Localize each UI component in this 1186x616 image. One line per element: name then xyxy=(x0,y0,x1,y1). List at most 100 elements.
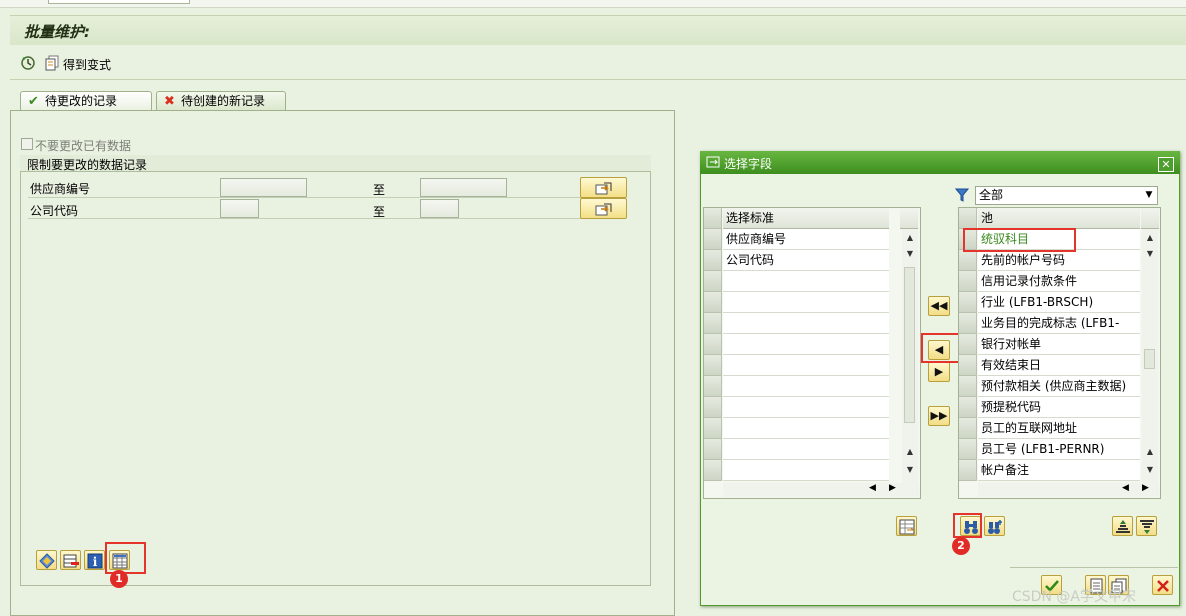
dont-change-existing-checkbox[interactable] xyxy=(21,138,33,150)
right-row[interactable]: 帐户备注 xyxy=(978,460,1140,481)
left-row[interactable] xyxy=(723,355,889,376)
left-row[interactable] xyxy=(723,334,889,355)
scroll-up-arrow[interactable]: ▲ xyxy=(902,445,918,459)
scroll-left-arrow[interactable]: ◀ xyxy=(1122,483,1129,493)
left-row[interactable] xyxy=(723,313,889,334)
row-selector[interactable] xyxy=(959,334,977,355)
chevron-down-icon[interactable]: ▼ xyxy=(1142,188,1156,203)
info-button[interactable]: i xyxy=(84,550,105,570)
column-settings-cell[interactable] xyxy=(1141,208,1159,229)
company-code-from-input[interactable] xyxy=(220,199,259,218)
scroll-thumb[interactable] xyxy=(1144,349,1155,369)
row-selector[interactable] xyxy=(704,418,722,439)
get-variant-button[interactable]: 得到变式 xyxy=(63,56,111,73)
move-all-right-button[interactable]: ▶▶ xyxy=(928,406,950,426)
watermark: CSDN @A学文甲宋 xyxy=(1012,589,1136,605)
multiple-selection-button[interactable] xyxy=(580,198,627,219)
vendor-number-from-input[interactable] xyxy=(220,178,307,197)
local-layout-button[interactable] xyxy=(896,516,917,536)
row-selector[interactable] xyxy=(959,250,977,271)
right-row[interactable]: 信用记录付款条件 xyxy=(978,271,1140,292)
row-selector[interactable] xyxy=(704,397,722,418)
scroll-down-arrow[interactable]: ▼ xyxy=(902,463,918,477)
scroll-up-arrow[interactable]: ▲ xyxy=(902,231,918,245)
row-selector[interactable] xyxy=(704,376,722,397)
left-vertical-scrollbar[interactable]: ▲ ▼ ▲ ▼ xyxy=(902,229,918,483)
scroll-right-arrow[interactable]: ▶ xyxy=(889,483,896,493)
tab-new-records[interactable]: ✖ 待创建的新记录 xyxy=(156,91,286,111)
scroll-left-arrow[interactable]: ◀ xyxy=(869,483,876,493)
execute-button[interactable] xyxy=(20,55,36,74)
right-row[interactable]: 业务目的完成标志 (LFB1-CVP xyxy=(978,313,1140,350)
scroll-up-arrow[interactable]: ▲ xyxy=(1142,231,1158,245)
left-row[interactable]: 公司代码 xyxy=(723,250,889,271)
filter-icon[interactable] xyxy=(954,188,970,205)
row-selector[interactable] xyxy=(704,313,722,334)
right-row[interactable]: 预付款相关 (供应商主数据) xyxy=(978,376,1140,397)
row-selector[interactable] xyxy=(704,271,722,292)
vendor-number-to-input[interactable] xyxy=(420,178,507,197)
move-all-left-button[interactable]: ◀◀ xyxy=(928,296,950,316)
select-all-cell[interactable] xyxy=(959,208,977,229)
left-row[interactable]: 供应商编号 xyxy=(723,229,889,250)
row-selector[interactable] xyxy=(704,439,722,460)
filter-dropdown[interactable]: 全部 xyxy=(975,186,1158,205)
select-all-cell[interactable] xyxy=(704,208,722,229)
right-row[interactable]: 有效结束日 xyxy=(978,355,1140,376)
right-row[interactable]: 银行对帐单 xyxy=(978,334,1140,355)
right-row[interactable]: 行业 (LFB1-BRSCH) xyxy=(978,292,1140,313)
right-row[interactable]: 员工号 (LFB1-PERNR) xyxy=(978,439,1140,460)
right-horizontal-scrollbar[interactable]: ◀ ▶ xyxy=(978,483,1159,497)
row-selector[interactable] xyxy=(704,355,722,376)
row-selector[interactable] xyxy=(959,439,977,460)
delete-row-button[interactable] xyxy=(60,550,81,570)
get-variant-icon[interactable] xyxy=(44,55,60,74)
row-selector[interactable] xyxy=(959,418,977,439)
row-selector[interactable] xyxy=(704,334,722,355)
scroll-down-arrow[interactable]: ▼ xyxy=(1142,247,1158,261)
move-right-button[interactable]: ▶ xyxy=(928,362,950,382)
command-field[interactable] xyxy=(48,0,190,4)
right-row[interactable]: 员工的互联网地址 xyxy=(978,418,1140,439)
right-row[interactable]: 先前的帐户号码 xyxy=(978,250,1140,271)
left-horizontal-scrollbar[interactable]: ◀ ▶ xyxy=(723,483,919,497)
scroll-thumb[interactable] xyxy=(904,267,915,423)
row-selector[interactable] xyxy=(959,376,977,397)
sort-ascending-button[interactable] xyxy=(1112,516,1133,536)
row-selector[interactable] xyxy=(959,313,977,334)
row-selector[interactable] xyxy=(959,397,977,418)
row-selector[interactable] xyxy=(704,229,722,250)
column-settings-cell[interactable] xyxy=(900,208,918,229)
dialog-close-button[interactable]: ✕ xyxy=(1158,157,1174,172)
cancel-button[interactable] xyxy=(1152,575,1173,595)
find-next-button[interactable] xyxy=(984,516,1005,536)
row-selector[interactable] xyxy=(704,460,722,481)
all-selections-button[interactable] xyxy=(36,550,57,570)
column-header-criteria[interactable]: 选择标准 xyxy=(723,208,889,229)
company-code-to-input[interactable] xyxy=(420,199,459,218)
row-selector[interactable] xyxy=(959,292,977,313)
left-row[interactable] xyxy=(723,397,889,418)
row-selector[interactable] xyxy=(959,271,977,292)
scroll-right-arrow[interactable]: ▶ xyxy=(1142,483,1149,493)
row-selector[interactable] xyxy=(959,460,977,481)
left-row[interactable] xyxy=(723,418,889,439)
right-vertical-scrollbar[interactable]: ▲ ▼ ▲ ▼ xyxy=(1142,229,1158,483)
row-selector[interactable] xyxy=(704,250,722,271)
left-row[interactable] xyxy=(723,460,889,481)
multiple-selection-button[interactable] xyxy=(580,177,627,198)
scroll-down-arrow[interactable]: ▼ xyxy=(902,247,918,261)
row-selector[interactable] xyxy=(959,355,977,376)
row-selector[interactable] xyxy=(704,292,722,313)
scroll-down-arrow[interactable]: ▼ xyxy=(1142,463,1158,477)
left-row[interactable] xyxy=(723,376,889,397)
right-row[interactable]: 预提税代码 xyxy=(978,397,1140,418)
left-row[interactable] xyxy=(723,271,889,292)
sort-descending-button[interactable] xyxy=(1136,516,1157,536)
column-header-pool[interactable]: 池 xyxy=(978,208,1140,229)
left-row[interactable] xyxy=(723,439,889,460)
highlight-box-move-left xyxy=(921,333,961,363)
left-row[interactable] xyxy=(723,292,889,313)
tab-records-to-change[interactable]: ✔ 待更改的记录 xyxy=(20,91,152,111)
scroll-up-arrow[interactable]: ▲ xyxy=(1142,445,1158,459)
